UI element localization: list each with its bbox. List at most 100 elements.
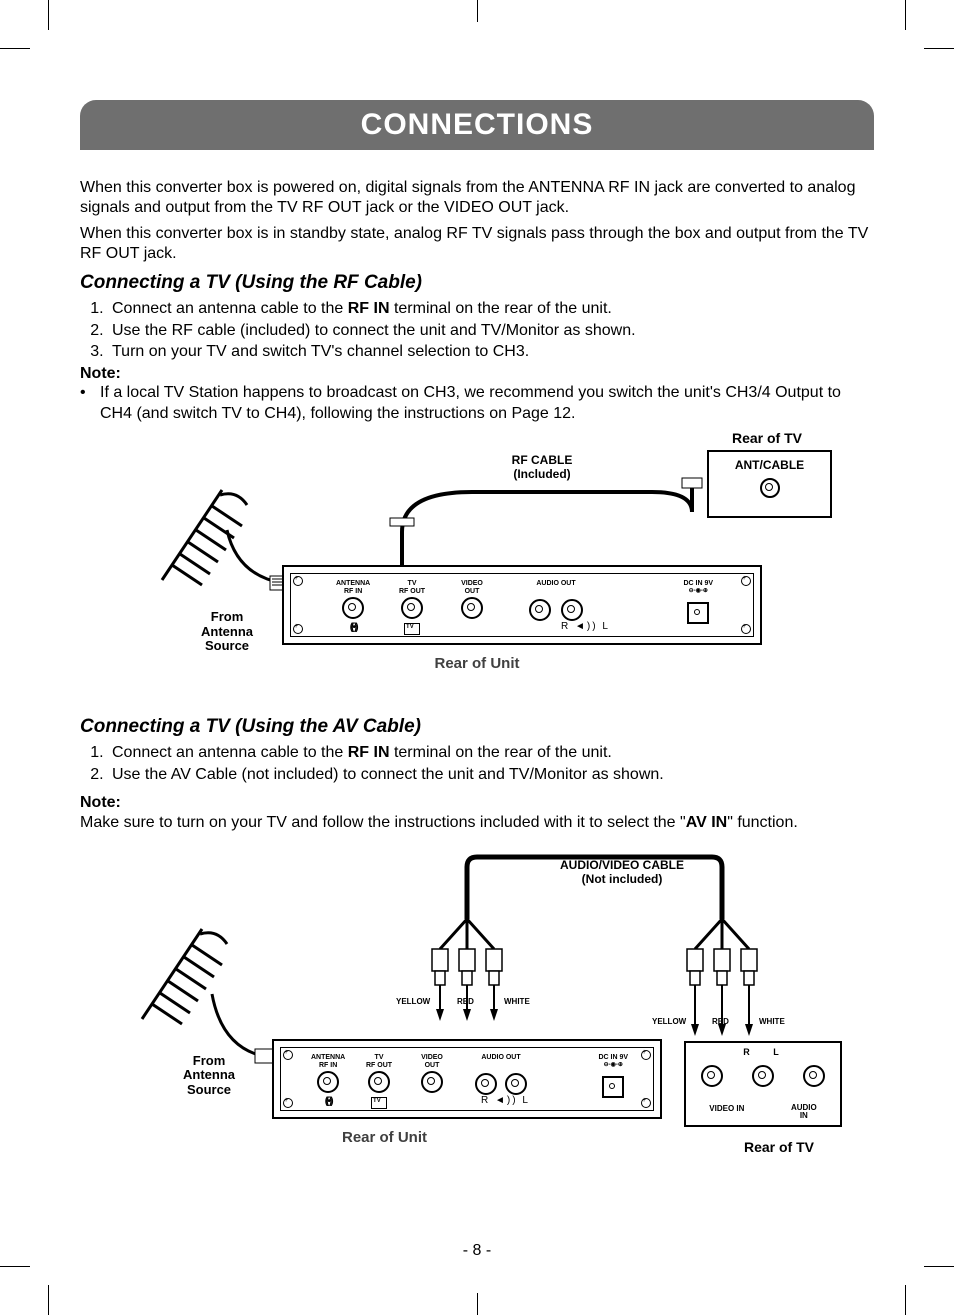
- diagram-rf-connection: Rear of TV ANT/CABLE RF CABLE (Included): [112, 430, 842, 700]
- manual-page: CONNECTIONS When this converter box is p…: [0, 0, 954, 1315]
- port-hole-icon: [803, 1065, 825, 1087]
- port-video-out: VIDEO OUT: [461, 580, 483, 619]
- label-audio-in: AUDIO IN: [791, 1104, 817, 1120]
- label-red-left: RED: [457, 997, 474, 1006]
- rl-r: R: [481, 1095, 490, 1106]
- p2-tv1: TV: [375, 1054, 384, 1061]
- tv-av-in-panel: R L VIDEO IN AUDIO IN: [684, 1041, 842, 1127]
- port-hole-icon: [421, 1071, 443, 1093]
- p2-tv2: RF OUT: [366, 1062, 392, 1069]
- p2-vid1: VIDEO: [421, 1054, 443, 1061]
- port-hole-icon: [461, 597, 483, 619]
- av-note-head: Note:: [80, 794, 874, 812]
- label-rear-of-unit: Rear of Unit: [112, 655, 842, 672]
- from-antenna-l1: From: [182, 610, 272, 624]
- port-audio-out: AUDIO OUT: [521, 580, 591, 620]
- port-audio-l1: AUDIO OUT: [536, 580, 575, 587]
- from-antenna-l2: Antenna: [182, 625, 272, 639]
- tv-rl-row: R L: [686, 1047, 840, 1057]
- port-dc-in: DC IN 9V ⊖-◉-⊕: [683, 580, 713, 624]
- rf-step-2: Use the RF cable (included) to connect t…: [108, 320, 874, 342]
- rf-step1-c: terminal on the rear of the unit.: [390, 300, 612, 317]
- label-yellow-right: YELLOW: [652, 1017, 686, 1026]
- p2-vid2: OUT: [425, 1062, 440, 1069]
- from-antenna-l3: Source: [182, 639, 272, 653]
- port-hole-icon: [401, 597, 423, 619]
- port-dc-l1: DC IN 9V: [683, 580, 713, 587]
- port-antenna-l2: RF IN: [344, 588, 362, 595]
- unit-rear-panel-av: ANTENNA RF IN ((•)) TV RF OUT VIDEO OUT: [272, 1039, 662, 1119]
- port-audio-out: AUDIO OUT: [466, 1054, 536, 1094]
- port-rl-label: R ◄)) L: [481, 1095, 530, 1106]
- speaker-icon: ◄)): [495, 1095, 522, 1106]
- av-step-2: Use the AV Cable (not included) to conne…: [108, 764, 874, 786]
- port-hole-icon: [368, 1071, 390, 1093]
- dc-jack-icon: [687, 602, 709, 624]
- label-ant-cable: ANT/CABLE: [709, 458, 830, 472]
- label-red-right: RED: [712, 1017, 729, 1026]
- ant-cable-socket-icon: [760, 478, 780, 498]
- port-hole-icon: [342, 597, 364, 619]
- rf-cable-path-icon: [372, 472, 712, 572]
- label-white-left: WHITE: [504, 997, 530, 1006]
- speaker-icon: ◄)): [575, 621, 602, 632]
- tv-icon: [404, 623, 420, 635]
- port-tv-l1: TV: [408, 580, 417, 587]
- tv-ant-cable-box: ANT/CABLE: [707, 450, 832, 518]
- p2-dc: DC IN 9V: [598, 1054, 628, 1061]
- label-rear-of-unit-av: Rear of Unit: [342, 1129, 427, 1146]
- dc-jack-icon: [602, 1076, 624, 1098]
- av-step1-a: Connect an antenna cable to the: [112, 744, 348, 761]
- screw-icon: [741, 624, 751, 634]
- rf-in-bold: RF IN: [348, 300, 390, 317]
- port-hole-icon: [529, 599, 551, 621]
- from-antenna2-l3: Source: [164, 1083, 254, 1097]
- label-rear-of-tv: Rear of TV: [732, 430, 802, 446]
- tv-r: R: [743, 1047, 754, 1057]
- label-yellow-left: YELLOW: [396, 997, 430, 1006]
- port-tv-rf-out: TV RF OUT: [399, 580, 425, 635]
- label-from-antenna-av: From Antenna Source: [164, 1054, 254, 1097]
- p2-ant2: RF IN: [319, 1062, 337, 1069]
- unit-inner-frame: ANTENNA RF IN ((•)) TV RF OUT VIDEO OUT: [280, 1047, 654, 1111]
- screw-icon: [283, 1098, 293, 1108]
- av-step1-c: terminal on the rear of the unit.: [390, 744, 612, 761]
- label-video-in: VIDEO IN: [709, 1104, 744, 1120]
- intro-paragraph-2: When this converter box is in standby st…: [80, 224, 874, 264]
- screw-icon: [641, 1050, 651, 1060]
- rf-note-row: • If a local TV Station happens to broad…: [80, 383, 874, 425]
- port-video-l2: OUT: [465, 588, 480, 595]
- rf-note-body: If a local TV Station happens to broadca…: [100, 383, 874, 425]
- heading-rf-cable: Connecting a TV (Using the RF Cable): [80, 272, 874, 294]
- section-title-bar: CONNECTIONS: [80, 100, 874, 150]
- av-note-a: Make sure to turn on your TV and follow …: [80, 814, 686, 831]
- tv-in-labels: VIDEO IN AUDIO IN: [686, 1104, 840, 1120]
- port-dc-polarity: ⊖-◉-⊕: [604, 1062, 623, 1068]
- screw-icon: [283, 1050, 293, 1060]
- content-area: CONNECTIONS When this converter box is p…: [80, 100, 874, 1169]
- page-number: - 8 -: [0, 1242, 954, 1260]
- intro-paragraph-1: When this converter box is powered on, d…: [80, 178, 874, 218]
- port-video-out: VIDEO OUT: [421, 1054, 443, 1093]
- screw-icon: [293, 624, 303, 634]
- diagram-av-connection: AUDIO/VIDEO CABLE (Not included): [112, 849, 842, 1169]
- p2-ant1: ANTENNA: [311, 1054, 345, 1061]
- av-note-c: " function.: [727, 814, 798, 831]
- port-hole-icon: [701, 1065, 723, 1087]
- label-white-right: WHITE: [759, 1017, 785, 1026]
- from-antenna2-l2: Antenna: [164, 1068, 254, 1082]
- rf-cable-line1: RF CABLE: [482, 454, 602, 468]
- port-antenna-l1: ANTENNA: [336, 580, 370, 587]
- port-hole-icon: [317, 1071, 339, 1093]
- unit-inner-frame: ANTENNA RF IN ((•)) TV RF OUT VIDEO OUT: [290, 573, 754, 637]
- port-hole-icon: [475, 1073, 497, 1095]
- audio-in-l2: IN: [800, 1111, 808, 1120]
- port-dc-in: DC IN 9V ⊖-◉-⊕: [598, 1054, 628, 1098]
- p2-aud: AUDIO OUT: [481, 1054, 520, 1061]
- rf-step1-a: Connect an antenna cable to the: [112, 300, 348, 317]
- port-antenna-rf-in: ANTENNA RF IN ((•)): [311, 1054, 345, 1107]
- screw-icon: [293, 576, 303, 586]
- rf-step-3: Turn on your TV and switch TV's channel …: [108, 341, 874, 363]
- av-note-body: Make sure to turn on your TV and follow …: [80, 812, 874, 834]
- screw-icon: [641, 1098, 651, 1108]
